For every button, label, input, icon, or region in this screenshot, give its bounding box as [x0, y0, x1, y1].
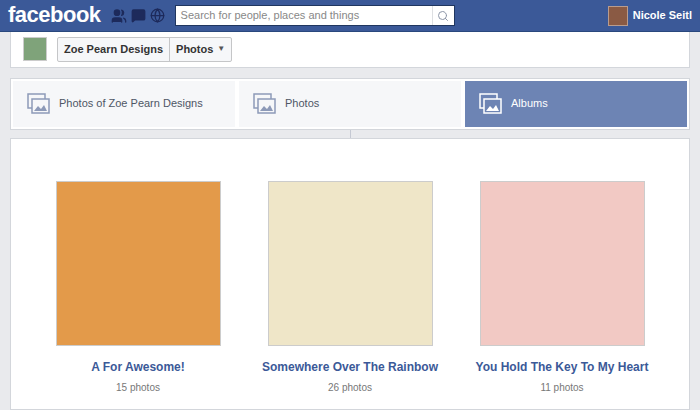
search-button[interactable] — [432, 6, 454, 25]
tab[interactable]: Photos — [239, 81, 461, 127]
tab-label: Photos — [285, 95, 319, 112]
photo-icon — [27, 93, 51, 115]
album-cover[interactable] — [268, 181, 433, 346]
logo[interactable]: facebook — [8, 4, 101, 28]
tab[interactable]: Albums — [465, 81, 687, 127]
app: facebook Search for people, places and th… — [0, 0, 700, 410]
album-card[interactable]: Somewhere Over The Rainbow 26 photos — [244, 181, 456, 410]
search-box: Search for people, places and things — [175, 5, 455, 26]
globe-icon[interactable] — [150, 8, 165, 23]
top-bar: facebook Search for people, places and th… — [0, 0, 700, 32]
user-name: Nicole Seitl — [633, 7, 692, 24]
tab-label: Albums — [511, 95, 548, 112]
page-header: Zoe Pearn DesignsPhotos▼ — [10, 32, 690, 68]
section-name[interactable]: Photos — [170, 38, 217, 61]
tab-label: Photos of Zoe Pearn Designs — [59, 95, 203, 112]
tab-connector — [0, 130, 700, 138]
page-name[interactable]: Zoe Pearn Designs — [58, 38, 170, 61]
user-profile[interactable]: Nicole Seitl — [608, 6, 692, 26]
photo-icon — [253, 93, 277, 115]
messages-icon[interactable] — [131, 8, 146, 23]
album-cover[interactable] — [480, 181, 645, 346]
album-card[interactable]: A For Awesome! 15 photos — [32, 181, 244, 410]
album-count: 26 photos — [328, 380, 372, 395]
search-input[interactable]: Search for people, places and things — [176, 6, 432, 25]
album-cover[interactable] — [56, 181, 221, 346]
album-count: 11 photos — [540, 380, 583, 395]
user-avatar — [608, 6, 628, 26]
album-count: 15 photos — [116, 380, 160, 395]
friends-icon[interactable] — [111, 8, 127, 24]
dropdown-icon[interactable]: ▼ — [217, 43, 231, 55]
nav-icons — [111, 8, 165, 24]
album-title[interactable]: Somewhere Over The Rainbow — [262, 358, 438, 376]
albums-panel: A For Awesome! 15 photos Somewhere Over Th… — [10, 138, 690, 410]
photo-icon — [479, 93, 503, 115]
album-card[interactable]: You Hold The Key To My Heart 11 photos — [456, 181, 668, 410]
album-title[interactable]: You Hold The Key To My Heart — [476, 358, 649, 376]
tabs-panel: Photos of Zoe Pearn Designs Photos Albums — [10, 78, 690, 130]
search-icon — [437, 10, 449, 22]
tab[interactable]: Photos of Zoe Pearn Designs — [13, 81, 235, 127]
page-avatar[interactable] — [23, 37, 47, 61]
album-title[interactable]: A For Awesome! — [91, 358, 185, 376]
breadcrumb-button[interactable]: Zoe Pearn DesignsPhotos▼ — [57, 37, 232, 62]
